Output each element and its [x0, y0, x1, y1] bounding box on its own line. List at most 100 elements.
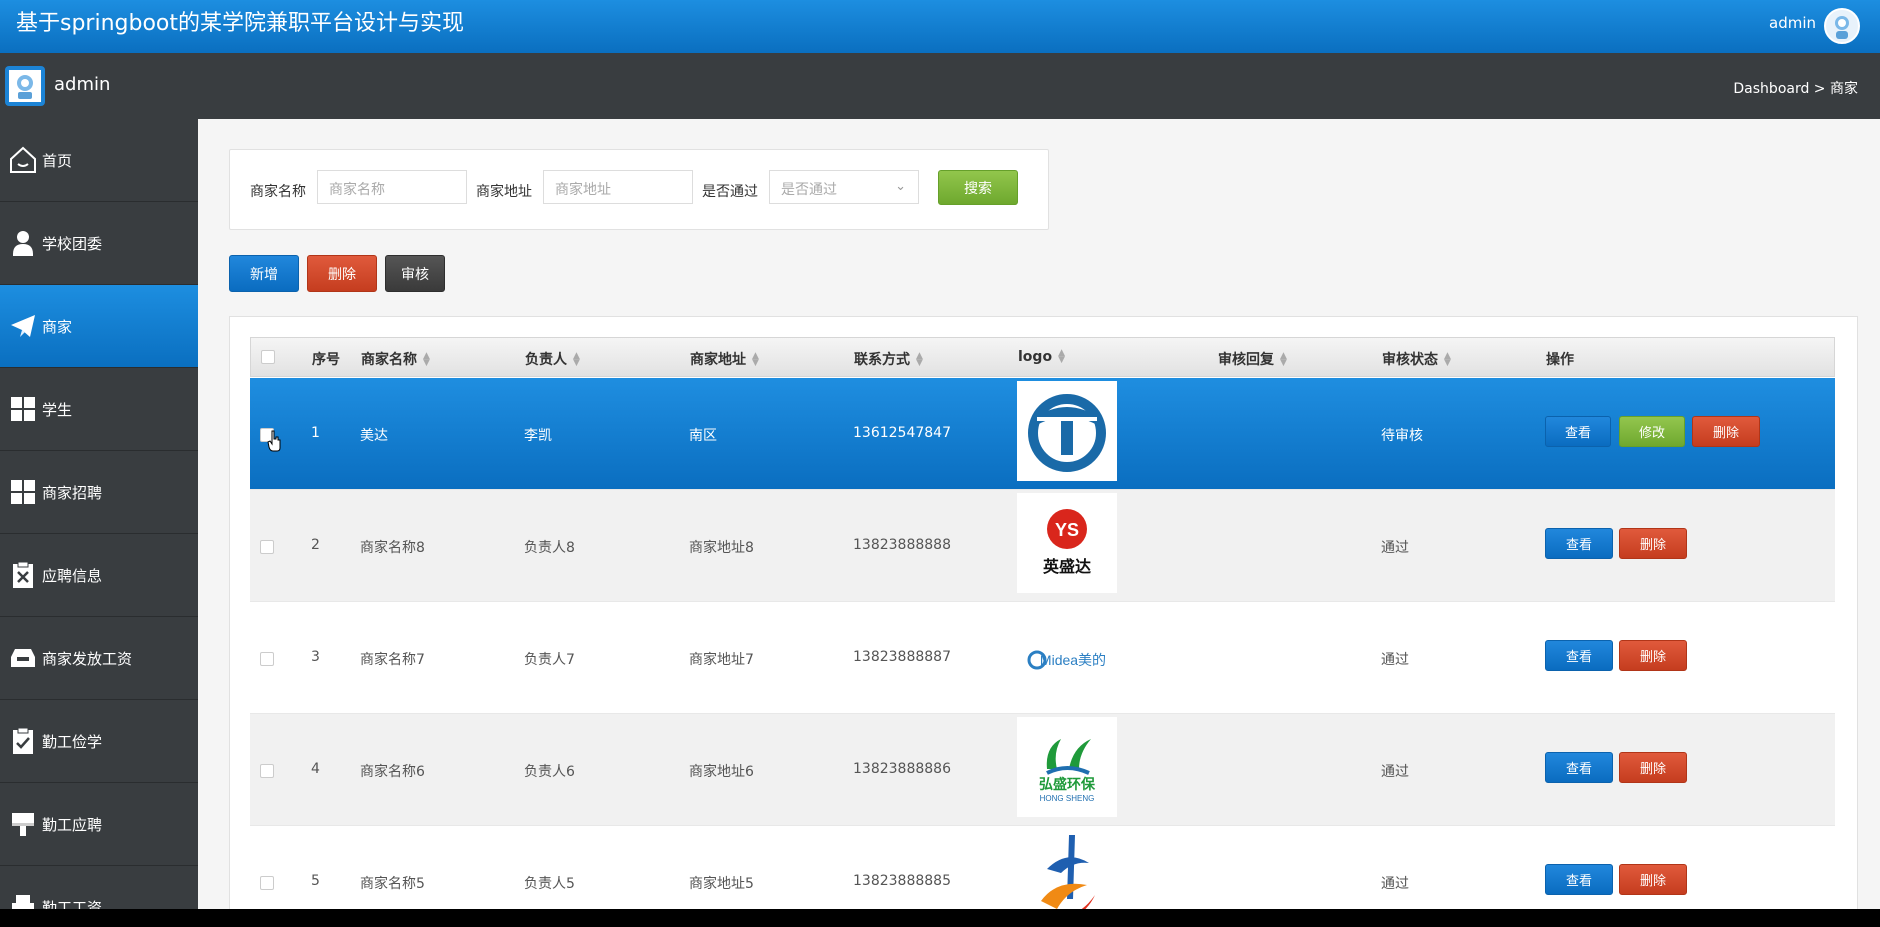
view-button[interactable]: 查看: [1545, 640, 1613, 671]
cell-audit-status: 通过: [1381, 652, 1409, 668]
col-audit-reply[interactable]: 审核回复 ▲ ▼: [1218, 349, 1287, 369]
logo-text: 英盛达: [1042, 557, 1091, 576]
sidebar-item-merchant-pay[interactable]: 商家发放工资: [0, 617, 198, 700]
svg-text:YS: YS: [1055, 520, 1079, 540]
edit-button[interactable]: 修改: [1619, 416, 1685, 447]
col-label: logo: [1018, 349, 1053, 365]
sidebar-item-label: 学校团委: [42, 234, 103, 253]
sidebar-item-application-info[interactable]: 应聘信息: [0, 534, 198, 617]
sidebar-item-label: 首页: [42, 151, 73, 170]
merchant-name-input[interactable]: 商家名称: [317, 170, 467, 204]
sidebar-item-work-study[interactable]: 勤工俭学: [0, 700, 198, 783]
logo-icon: [9, 70, 41, 102]
sidebar-item-student[interactable]: 学生: [0, 368, 198, 451]
add-button[interactable]: 新增: [229, 255, 299, 292]
sidebar-item-home[interactable]: 首页: [0, 119, 198, 202]
table-row[interactable]: 4 商家名称6 负责人6 商家地址6 13823888886 弘盛环保 HONG…: [250, 714, 1835, 826]
table-row[interactable]: 2 商家名称8 负责人8 商家地址8 13823888888 YS 英盛达 通过…: [250, 490, 1835, 602]
yingshengda-logo-icon: YS 英盛达: [1042, 509, 1091, 576]
midea-logo-icon: Midea美的: [1027, 650, 1106, 670]
col-no: 序号: [312, 352, 340, 368]
merchant-address-input[interactable]: 商家地址: [543, 170, 693, 204]
col-label: 商家地址: [690, 352, 746, 368]
hongsheng-logo-icon: 弘盛环保 HONG SHENG: [1039, 739, 1096, 803]
sidebar-username: admin: [54, 74, 111, 95]
row-checkbox[interactable]: [260, 876, 274, 890]
table-row[interactable]: 3 商家名称7 负责人7 商家地址7 13823888887 Midea美的 通…: [250, 602, 1835, 714]
avatar-icon: [1835, 16, 1849, 39]
audit-button[interactable]: 审核: [385, 255, 445, 292]
col-audit-status[interactable]: 审核状态 ▲ ▼: [1382, 349, 1451, 369]
brush-icon: [12, 813, 34, 836]
delete-button[interactable]: 删除: [1619, 864, 1687, 895]
sidebar-item-label: 商家: [42, 317, 73, 336]
col-label: 商家名称: [361, 352, 417, 368]
table-row[interactable]: 1 美达 李凯 南区 13612547847 待审核 查看 修改 删除: [250, 378, 1835, 490]
avatar[interactable]: [1824, 8, 1860, 44]
view-button[interactable]: 查看: [1545, 416, 1611, 447]
screen-bottom-edge: [0, 909, 1880, 927]
merchant-table: 序号 商家名称 ▲ ▼ 负责人 ▲ ▼ 商家地址 ▲ ▼ 联系方式 ▲ ▼ logo ▲ ▼ 审核回…: [229, 316, 1858, 909]
col-label: 负责人: [525, 352, 567, 368]
merchant-logo: YS 英盛达: [1017, 493, 1117, 593]
merchant-logo: 弘盛环保 HONG SHENG: [1017, 717, 1117, 817]
app-title: 基于springboot的某学院兼职平台设计与实现: [16, 11, 465, 36]
view-button[interactable]: 查看: [1545, 752, 1613, 783]
cell-owner: 负责人8: [524, 540, 575, 556]
approved-select[interactable]: 是否通过 ⌄: [769, 170, 919, 204]
sort-icon[interactable]: ▲ ▼: [423, 352, 430, 368]
inbox-icon: [11, 649, 35, 667]
sidebar-item-work-study-pay[interactable]: 勤工工资: [0, 866, 198, 909]
view-button[interactable]: 查看: [1545, 528, 1613, 559]
printer-icon: [12, 895, 34, 909]
col-merchant-name[interactable]: 商家名称 ▲ ▼: [361, 349, 430, 369]
merchant-logo: [1017, 381, 1117, 481]
cell-address: 南区: [689, 428, 717, 444]
cell-no: 3: [311, 649, 320, 665]
sidebar-item-youth-league[interactable]: 学校团委: [0, 202, 198, 285]
sidebar: 首页 学校团委 商家 学生 商家招聘 应聘信息 商家发放工资 勤工俭学 勤工应聘…: [0, 119, 198, 909]
sort-icon[interactable]: ▲ ▼: [752, 352, 759, 368]
cell-merchant-name: 商家名称7: [360, 652, 425, 668]
col-phone[interactable]: 联系方式 ▲ ▼: [854, 349, 923, 369]
row-checkbox[interactable]: [260, 652, 274, 666]
delete-button[interactable]: 删除: [1619, 528, 1687, 559]
cell-phone: 13823888888: [853, 537, 951, 553]
breadcrumb[interactable]: Dashboard > 商家: [1733, 78, 1858, 98]
select-all-checkbox[interactable]: [261, 350, 275, 364]
sidebar-item-merchant[interactable]: 商家: [0, 285, 198, 368]
batch-delete-button[interactable]: 删除: [307, 255, 377, 292]
view-button[interactable]: 查看: [1545, 864, 1613, 895]
row-checkbox[interactable]: [260, 540, 274, 554]
cell-phone: 13612547847: [853, 425, 951, 441]
sub-header: admin Dashboard > 商家: [0, 53, 1880, 119]
send-icon: [11, 315, 35, 337]
sort-icon[interactable]: ▲ ▼: [1058, 349, 1065, 365]
search-button[interactable]: 搜索: [938, 170, 1018, 205]
sidebar-item-label: 商家招聘: [42, 483, 103, 502]
sidebar-item-work-study-apply[interactable]: 勤工应聘: [0, 783, 198, 866]
sort-icon[interactable]: ▲ ▼: [916, 352, 923, 368]
sidebar-item-label: 应聘信息: [42, 566, 103, 585]
cell-no: 2: [311, 537, 320, 553]
col-logo[interactable]: logo ▲ ▼: [1018, 349, 1065, 366]
col-address[interactable]: 商家地址 ▲ ▼: [690, 349, 759, 369]
merchant-logo: [1017, 829, 1117, 909]
sort-icon[interactable]: ▲ ▼: [573, 352, 580, 368]
sort-icon[interactable]: ▲ ▼: [1444, 352, 1451, 368]
cell-address: 商家地址7: [689, 652, 754, 668]
sidebar-item-label: 勤工工资: [42, 898, 103, 910]
merchant-address-label: 商家地址: [476, 184, 532, 200]
col-label: 审核回复: [1218, 352, 1274, 368]
cell-owner: 负责人7: [524, 652, 575, 668]
sort-icon[interactable]: ▲ ▼: [1280, 352, 1287, 368]
sidebar-item-merchant-recruit[interactable]: 商家招聘: [0, 451, 198, 534]
table-row[interactable]: 5 商家名称5 负责人5 商家地址5 13823888885 通过 查看 删除: [250, 826, 1835, 909]
delete-button[interactable]: 删除: [1619, 752, 1687, 783]
delete-button[interactable]: 删除: [1619, 640, 1687, 671]
grid-icon: [11, 480, 35, 504]
col-owner[interactable]: 负责人 ▲ ▼: [525, 349, 580, 369]
delete-button[interactable]: 删除: [1692, 416, 1760, 447]
row-checkbox[interactable]: [260, 764, 274, 778]
header-username[interactable]: admin: [1769, 14, 1816, 32]
